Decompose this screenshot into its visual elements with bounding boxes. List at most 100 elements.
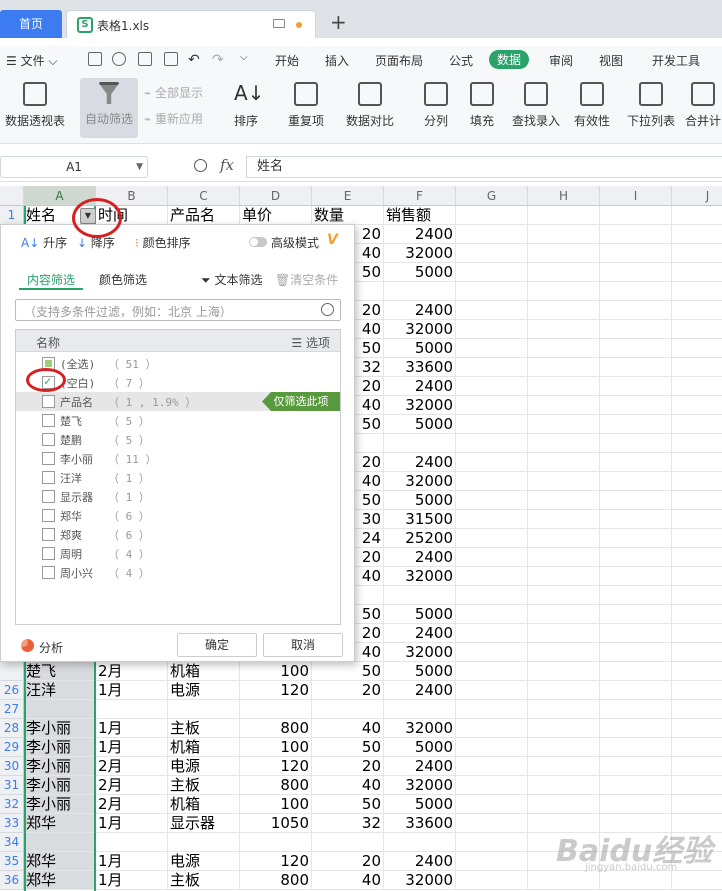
cell[interactable] bbox=[672, 415, 722, 434]
cell[interactable] bbox=[672, 624, 722, 643]
cell[interactable] bbox=[456, 491, 528, 510]
tab-file[interactable]: S 表格1.xls bbox=[66, 10, 316, 38]
sales-cell[interactable]: 2400 bbox=[384, 225, 456, 244]
data-cell[interactable]: 1050 bbox=[240, 814, 312, 833]
cell[interactable] bbox=[600, 510, 672, 529]
data-cell[interactable]: 2月 bbox=[96, 795, 168, 814]
data-cell[interactable]: 32000 bbox=[384, 871, 456, 890]
autofilter-button[interactable]: 自动筛选 bbox=[80, 78, 138, 138]
cell[interactable] bbox=[672, 548, 722, 567]
filter-list-item[interactable]: 楚鹏 （ 5 ） bbox=[16, 430, 340, 449]
header-cell[interactable]: 产品名 bbox=[168, 206, 240, 225]
cell[interactable] bbox=[672, 453, 722, 472]
data-cell[interactable]: 50 bbox=[312, 738, 384, 757]
color-sort-button[interactable]: ⁝ 颜色排序 bbox=[135, 234, 191, 251]
quick-access-dropdown-icon[interactable]: ⌵ bbox=[240, 52, 248, 63]
cell[interactable] bbox=[672, 605, 722, 624]
cell[interactable] bbox=[672, 510, 722, 529]
column-header-d[interactable]: D bbox=[240, 186, 312, 206]
cell[interactable] bbox=[672, 206, 722, 225]
cell[interactable] bbox=[600, 738, 672, 757]
menu-item-view[interactable]: 视图 bbox=[599, 52, 623, 69]
cell[interactable] bbox=[456, 548, 528, 567]
cell[interactable] bbox=[672, 377, 722, 396]
row-header[interactable]: 1 bbox=[0, 206, 24, 225]
data-cell[interactable]: 800 bbox=[240, 776, 312, 795]
data-cell[interactable]: 32000 bbox=[384, 719, 456, 738]
cell[interactable] bbox=[456, 700, 528, 719]
cell[interactable] bbox=[528, 206, 600, 225]
cell[interactable] bbox=[456, 719, 528, 738]
filter-item-checkbox[interactable] bbox=[42, 395, 55, 408]
cell[interactable] bbox=[456, 586, 528, 605]
column-header-j[interactable]: J bbox=[672, 186, 722, 206]
fill-button[interactable]: 填充 bbox=[464, 78, 500, 138]
data-cell[interactable]: 40 bbox=[312, 776, 384, 795]
cell[interactable] bbox=[528, 320, 600, 339]
data-cell[interactable] bbox=[24, 833, 96, 852]
cell[interactable] bbox=[672, 529, 722, 548]
row-header[interactable]: 35 bbox=[0, 852, 24, 871]
search-icon[interactable] bbox=[321, 303, 334, 316]
duplicates-button[interactable]: 重复项 bbox=[280, 78, 332, 138]
sales-cell[interactable]: 31500 bbox=[384, 510, 456, 529]
cell[interactable] bbox=[456, 377, 528, 396]
print-preview-icon[interactable] bbox=[164, 52, 178, 66]
cell[interactable] bbox=[528, 491, 600, 510]
data-cell[interactable]: 100 bbox=[240, 738, 312, 757]
cell[interactable] bbox=[456, 206, 528, 225]
cell[interactable] bbox=[600, 567, 672, 586]
data-cell[interactable]: 33600 bbox=[384, 814, 456, 833]
zoom-search-icon[interactable] bbox=[194, 159, 207, 172]
data-cell[interactable]: 主板 bbox=[168, 871, 240, 890]
cell[interactable] bbox=[672, 244, 722, 263]
data-cell[interactable]: 5000 bbox=[384, 662, 456, 681]
sales-cell[interactable]: 33600 bbox=[384, 358, 456, 377]
sales-cell[interactable]: 25200 bbox=[384, 529, 456, 548]
cell[interactable] bbox=[528, 529, 600, 548]
data-cell[interactable]: 汪洋 bbox=[24, 681, 96, 700]
cell[interactable] bbox=[456, 738, 528, 757]
data-cell[interactable]: 李小丽 bbox=[24, 719, 96, 738]
name-box[interactable]: A1 ▼ bbox=[0, 156, 148, 178]
cell[interactable] bbox=[600, 586, 672, 605]
redo-icon[interactable]: ↷ bbox=[212, 52, 224, 68]
menu-item-start[interactable]: 开始 bbox=[275, 52, 299, 69]
row-header[interactable]: 27 bbox=[0, 700, 24, 719]
cell[interactable] bbox=[456, 339, 528, 358]
sales-cell[interactable]: 32000 bbox=[384, 396, 456, 415]
fx-icon[interactable]: fx bbox=[220, 156, 234, 174]
cell[interactable] bbox=[672, 643, 722, 662]
cell[interactable] bbox=[600, 339, 672, 358]
data-cell[interactable]: 20 bbox=[312, 681, 384, 700]
data-cell[interactable] bbox=[96, 700, 168, 719]
cell[interactable] bbox=[528, 301, 600, 320]
text-filter-button[interactable]: ⏷ 文本筛选 bbox=[201, 271, 262, 288]
cell[interactable] bbox=[600, 719, 672, 738]
dropdown-list-button[interactable]: 下拉列表 bbox=[626, 78, 676, 138]
cell[interactable] bbox=[600, 681, 672, 700]
filter-list-item[interactable]: 周明 （ 4 ） bbox=[16, 544, 340, 563]
menu-item-developer[interactable]: 开发工具 bbox=[652, 52, 700, 69]
chevron-down-icon[interactable]: ▼ bbox=[136, 157, 143, 177]
cell[interactable] bbox=[528, 757, 600, 776]
data-cell[interactable] bbox=[24, 700, 96, 719]
cell[interactable] bbox=[672, 719, 722, 738]
data-cell[interactable]: 800 bbox=[240, 871, 312, 890]
cell[interactable] bbox=[672, 263, 722, 282]
cell[interactable] bbox=[528, 643, 600, 662]
data-cell[interactable] bbox=[312, 700, 384, 719]
row-header[interactable]: 28 bbox=[0, 719, 24, 738]
cell[interactable] bbox=[528, 738, 600, 757]
cell[interactable] bbox=[456, 643, 528, 662]
sales-cell[interactable]: 5000 bbox=[384, 263, 456, 282]
cell[interactable] bbox=[672, 282, 722, 301]
print-icon[interactable] bbox=[138, 52, 152, 66]
cell[interactable] bbox=[528, 244, 600, 263]
cell[interactable] bbox=[456, 681, 528, 700]
filter-list-item[interactable]: 产品名 （ 1 , 1.9% ） 仅筛选此项 bbox=[16, 392, 340, 411]
cell[interactable] bbox=[456, 472, 528, 491]
filter-item-checkbox[interactable] bbox=[42, 547, 55, 560]
cell[interactable] bbox=[672, 358, 722, 377]
filter-list-item[interactable]: 周小兴 （ 4 ） bbox=[16, 563, 340, 582]
